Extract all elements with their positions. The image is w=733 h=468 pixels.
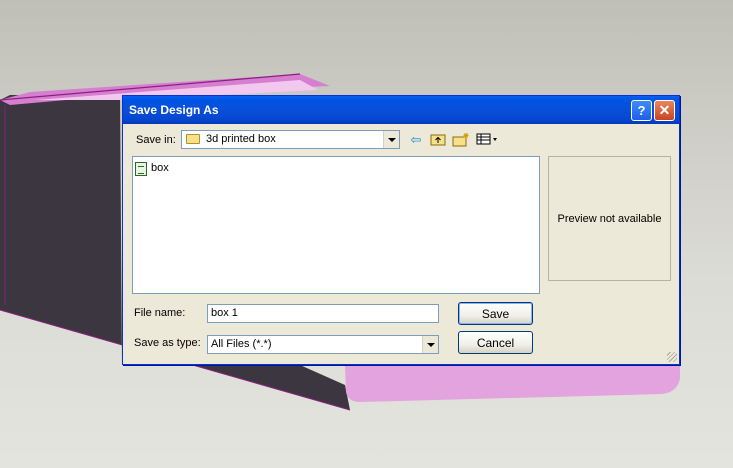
dialog-title: Save Design As: [129, 103, 219, 117]
save-in-value: 3d printed box: [206, 133, 276, 145]
help-button[interactable]: ?: [631, 100, 652, 121]
new-folder-icon-shape: [452, 133, 469, 147]
document-icon: [135, 162, 147, 176]
save-as-type-dropdown[interactable]: All Files (*.*): [207, 335, 439, 354]
dialog-titlebar[interactable]: Save Design As ? ✕: [123, 96, 679, 124]
save-button[interactable]: Save: [458, 302, 533, 325]
save-design-as-dialog: Save Design As ? ✕ Save in: 3d printed b…: [122, 95, 680, 365]
chevron-down-icon[interactable]: [422, 336, 438, 353]
cancel-button[interactable]: Cancel: [458, 331, 533, 354]
back-arrow-icon[interactable]: ⇦: [407, 132, 425, 148]
chevron-down-icon[interactable]: [383, 131, 399, 148]
save-as-type-value: All Files (*.*): [211, 338, 272, 350]
file-name-label: File name:: [134, 307, 186, 319]
file-list[interactable]: box: [132, 156, 540, 294]
view-menu-icon-shape: [476, 133, 497, 145]
view-menu-icon[interactable]: [476, 132, 500, 148]
file-name-value: box 1: [211, 307, 238, 319]
save-in-dropdown[interactable]: 3d printed box: [181, 130, 400, 149]
resize-grip[interactable]: [667, 352, 677, 362]
model-pink-face: [345, 365, 680, 402]
up-folder-icon-shape: [430, 134, 446, 146]
file-name-field[interactable]: box 1: [207, 304, 439, 323]
folder-icon: [186, 134, 200, 144]
save-in-label: Save in:: [136, 134, 176, 146]
save-as-type-label: Save as type:: [134, 337, 201, 349]
close-button[interactable]: ✕: [654, 100, 675, 121]
file-name-text: box: [151, 162, 169, 174]
preview-pane: Preview not available: [548, 156, 671, 281]
new-folder-icon[interactable]: [452, 132, 470, 148]
up-folder-icon[interactable]: [429, 132, 447, 148]
preview-text: Preview not available: [557, 212, 662, 225]
